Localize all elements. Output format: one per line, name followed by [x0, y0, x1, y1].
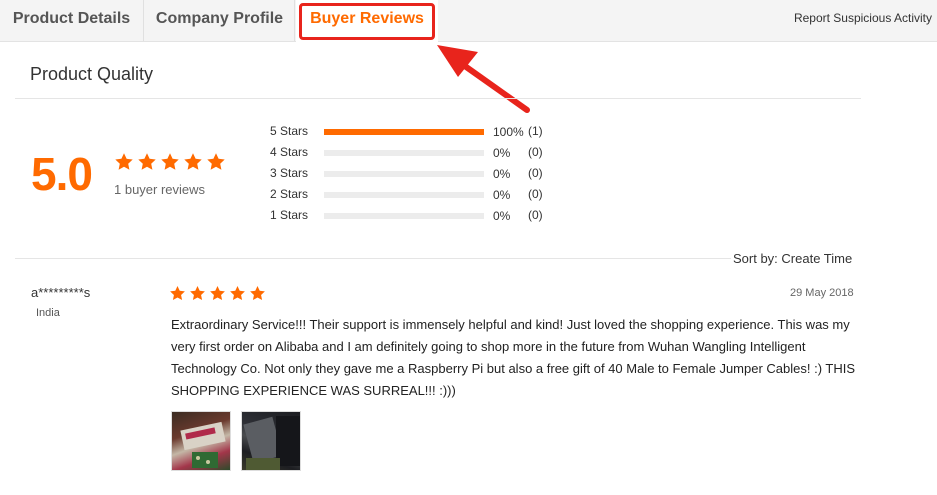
rating-bar-fill: [324, 129, 484, 135]
star-icon: [229, 285, 246, 302]
star-icon: [209, 285, 226, 302]
review-photo-thumbnail[interactable]: [171, 411, 231, 471]
tab-product-details[interactable]: Product Details: [0, 0, 144, 41]
sort-by-selector[interactable]: Sort by: Create Time: [733, 251, 852, 266]
divider: [15, 258, 731, 259]
review-photo-thumbnail[interactable]: [241, 411, 301, 471]
rating-row-label: 2 Stars: [270, 187, 309, 201]
section-title: Product Quality: [30, 64, 154, 84]
star-icon: [183, 152, 203, 172]
rating-count: (0): [528, 166, 543, 180]
star-icon: [114, 152, 134, 172]
tab-bar: Product Details Company Profile Buyer Re…: [0, 0, 937, 42]
star-icon: [160, 152, 180, 172]
rating-count: (0): [528, 187, 543, 201]
rating-row-label: 1 Stars: [270, 208, 309, 222]
star-icon: [169, 285, 186, 302]
rating-count: (1): [528, 124, 543, 138]
report-suspicious-activity-link[interactable]: Report Suspicious Activity: [794, 11, 932, 25]
review-count: 1 buyer reviews: [114, 182, 206, 197]
rating-count: (0): [528, 208, 543, 222]
rating-bar: [324, 129, 484, 135]
star-icon: [206, 152, 226, 172]
rating-bar: [324, 213, 484, 219]
rating-percent: 100%: [493, 125, 524, 139]
review-text: Extraordinary Service!!! Their support i…: [171, 317, 856, 398]
rating-percent: 0%: [493, 188, 511, 202]
rating-bar: [324, 150, 484, 156]
review-star-rating: [169, 285, 269, 302]
tab-buyer-reviews[interactable]: Buyer Reviews: [296, 0, 438, 42]
rating-bar: [324, 171, 484, 177]
rating-percent: 0%: [493, 146, 511, 160]
reviewer-name: a*********s: [31, 285, 91, 300]
rating-percent: 0%: [493, 167, 511, 181]
star-icon: [189, 285, 206, 302]
average-score: 5.0: [31, 148, 93, 200]
rating-row-label: 4 Stars: [270, 145, 309, 159]
rating-percent: 0%: [493, 209, 511, 223]
rating-row-label: 3 Stars: [270, 166, 309, 180]
review-date: 29 May 2018: [790, 287, 854, 299]
reviewer-country: India: [36, 307, 60, 319]
rating-row-label: 5 Stars: [270, 124, 309, 138]
rating-count: (0): [528, 145, 543, 159]
star-icon: [137, 152, 157, 172]
rating-bar: [324, 192, 484, 198]
summary-star-rating: [114, 152, 229, 172]
tab-company-profile[interactable]: Company Profile: [145, 0, 295, 41]
star-icon: [249, 285, 266, 302]
divider: [15, 98, 861, 99]
